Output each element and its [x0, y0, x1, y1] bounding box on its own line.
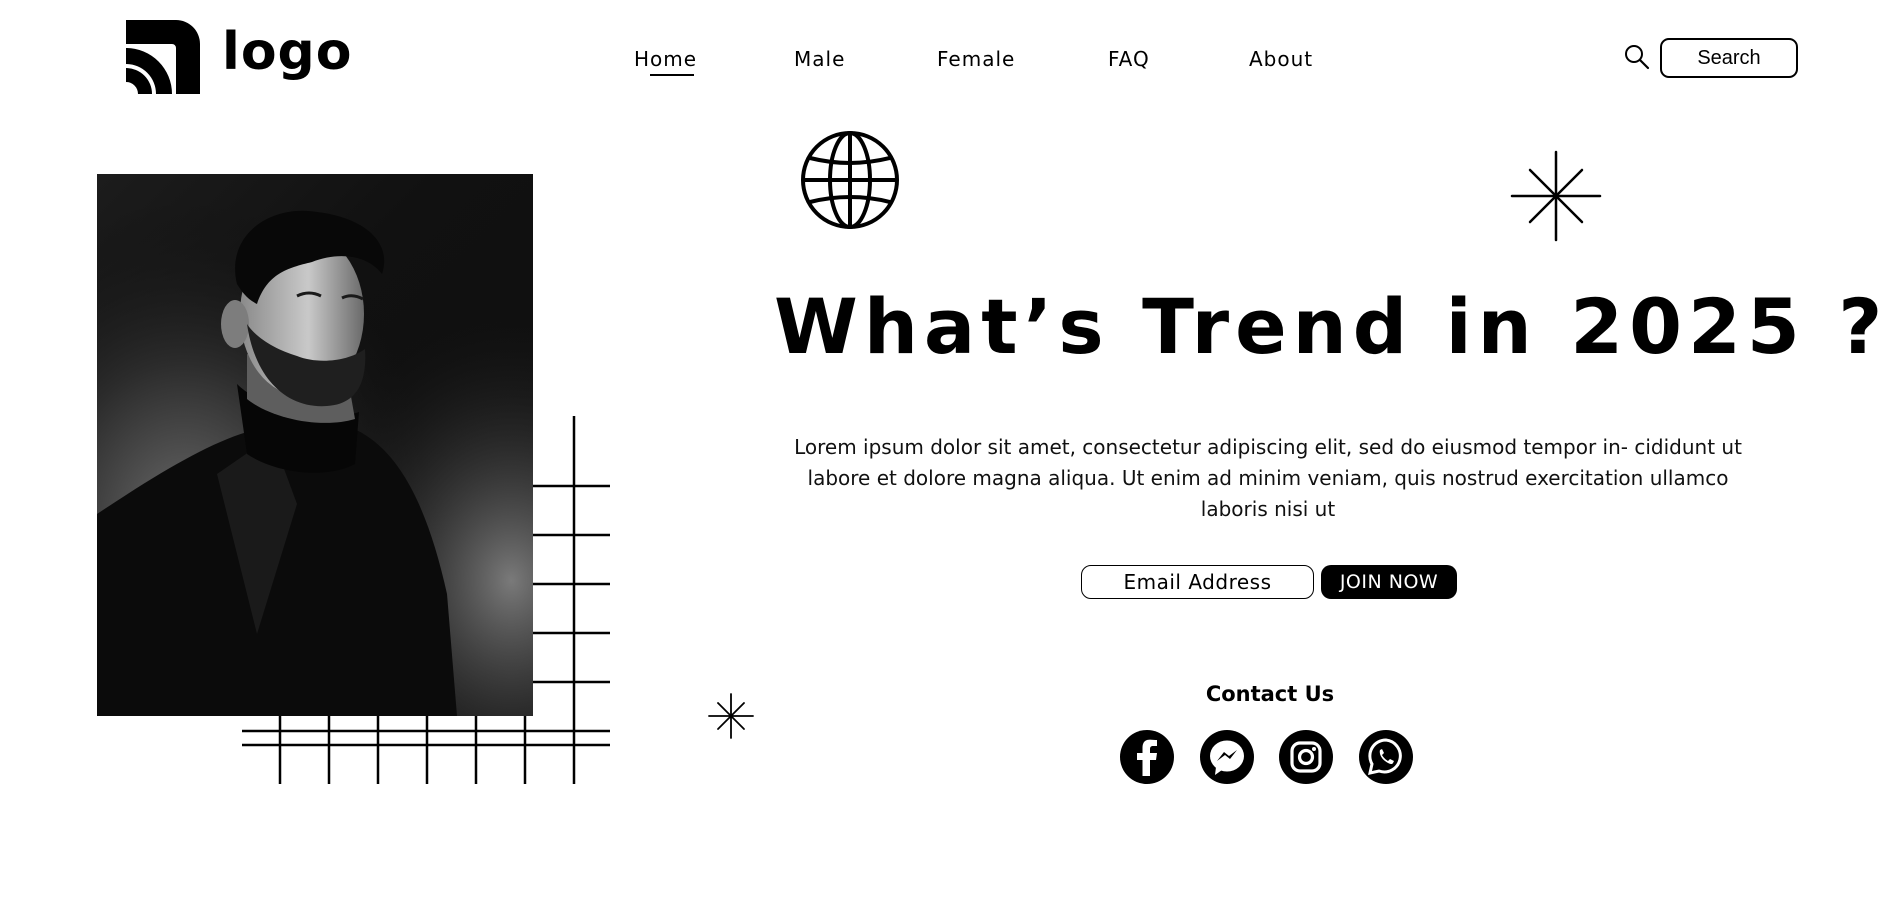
nav-faq[interactable]: FAQ: [1108, 47, 1150, 71]
instagram-icon[interactable]: [1279, 730, 1333, 784]
whatsapp-icon[interactable]: [1359, 730, 1413, 784]
logo[interactable]: logo: [126, 20, 353, 94]
nav-female[interactable]: Female: [937, 47, 1015, 71]
nav-female-label: Female: [937, 47, 1016, 71]
join-now-button[interactable]: JOIN NOW: [1321, 565, 1457, 599]
nav-about-label: About: [1249, 47, 1314, 71]
messenger-icon[interactable]: [1200, 730, 1254, 784]
facebook-icon[interactable]: [1120, 730, 1174, 784]
logo-arcs-icon: [126, 20, 200, 94]
sparkle-large-icon: [1510, 150, 1602, 242]
nav-home-label: Home: [634, 47, 698, 71]
nav-about[interactable]: About: [1249, 47, 1313, 71]
hero-headline: What’s Trend in 2025 ?: [774, 282, 1889, 371]
email-field[interactable]: [1081, 565, 1314, 599]
hero-description: Lorem ipsum dolor sit amet, consectetur …: [794, 435, 1742, 521]
globe-icon: [801, 131, 899, 229]
nav-faq-label: FAQ: [1108, 47, 1150, 71]
nav-male-label: Male: [794, 47, 846, 71]
sparkle-small-icon: [708, 693, 754, 739]
logo-text: logo: [222, 22, 353, 82]
search-button[interactable]: Search: [1660, 38, 1798, 78]
portrait-illustration: [97, 174, 533, 716]
search-icon[interactable]: [1624, 44, 1650, 70]
contact-title: Contact Us: [1205, 682, 1335, 706]
hero-photo: [97, 174, 533, 716]
nav-home[interactable]: Home: [634, 47, 698, 76]
active-underline: [650, 74, 694, 76]
nav-male[interactable]: Male: [794, 47, 845, 71]
